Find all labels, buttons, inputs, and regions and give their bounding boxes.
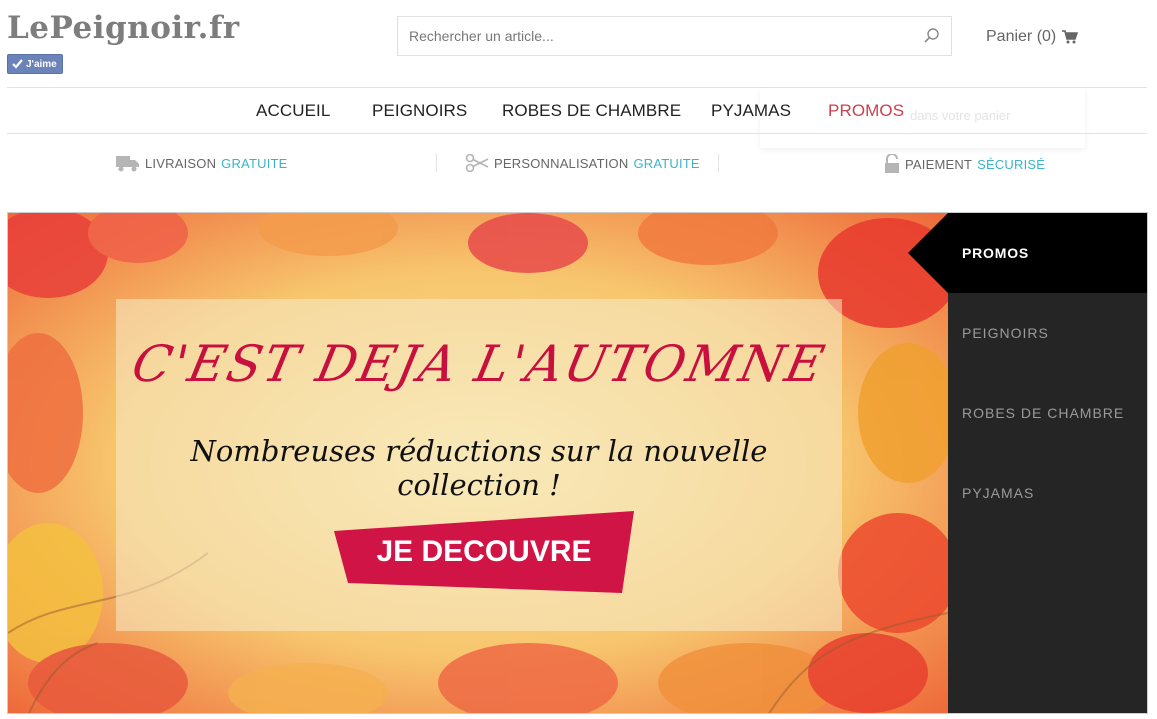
truck-icon [116,156,139,172]
feature-livraison: LIVRAISON GRATUITE [116,154,288,172]
side-menu-item-peignoirs[interactable]: PEIGNOIRS [962,325,1049,341]
feature-highlight: GRATUITE [633,155,700,171]
main-nav: ACCUEIL PEIGNOIRS ROBES DE CHAMBRE PYJAM… [7,87,1147,134]
features-bar: LIVRAISON GRATUITE PERSONNALISATION GRAT… [0,134,1157,192]
slider-side-menu: PROMOS PEIGNOIRS ROBES DE CHAMBRE PYJAMA… [908,213,1147,713]
feature-paiement: PAIEMENT SÉCURISÉ [884,154,1045,174]
cart-link[interactable]: Panier (0) [986,28,1079,46]
site-header: LePeignoir.fr J'aime Panier (0) [0,0,1157,88]
banner-subline: Nombreuses réductions sur la nouvelle co… [190,434,768,502]
cta-label: JE DECOUVRE [376,535,592,568]
nav-item-promos[interactable]: PROMOS [828,101,904,121]
discover-button[interactable]: JE DECOUVRE [334,511,634,593]
hero-slider: C'EST DEJA L'AUTOMNE Nombreuses réductio… [7,212,1148,714]
side-menu-item-promos[interactable]: PROMOS [908,213,1147,293]
nav-item-peignoirs[interactable]: PEIGNOIRS [372,101,467,121]
lock-icon [885,154,899,173]
facebook-like-button[interactable]: J'aime [7,54,63,74]
side-menu-label: PROMOS [962,245,1030,261]
divider [436,154,437,172]
banner-headline: C'EST DEJA L'AUTOMNE [127,335,831,393]
feature-highlight: GRATUITE [221,155,288,171]
check-icon [12,59,23,69]
site-logo[interactable]: LePeignoir.fr [7,10,240,46]
feature-personnalisation: PERSONNALISATION GRATUITE [465,154,700,172]
nav-item-robes-de-chambre[interactable]: ROBES DE CHAMBRE [502,101,681,121]
scissors-icon [465,154,489,172]
like-label: J'aime [26,58,57,70]
nav-item-accueil[interactable]: ACCUEIL [256,101,330,121]
feature-label: PAIEMENT [905,156,973,172]
search-icon[interactable] [923,27,941,45]
cart-label: Panier (0) [986,28,1057,45]
feature-label: LIVRAISON [145,155,217,171]
side-menu-item-robes-de-chambre[interactable]: ROBES DE CHAMBRE [962,405,1124,421]
nav-item-pyjamas[interactable]: PYJAMAS [711,101,791,121]
hero-slide[interactable]: C'EST DEJA L'AUTOMNE Nombreuses réductio… [8,213,948,713]
divider [718,154,719,172]
feature-highlight: SÉCURISÉ [977,156,1046,172]
cart-icon [1062,30,1079,44]
feature-label: PERSONNALISATION [494,155,629,171]
search-box [397,16,952,56]
side-menu-item-pyjamas[interactable]: PYJAMAS [962,485,1034,501]
search-input[interactable] [398,17,951,55]
promo-panel: C'EST DEJA L'AUTOMNE Nombreuses réductio… [116,299,842,631]
